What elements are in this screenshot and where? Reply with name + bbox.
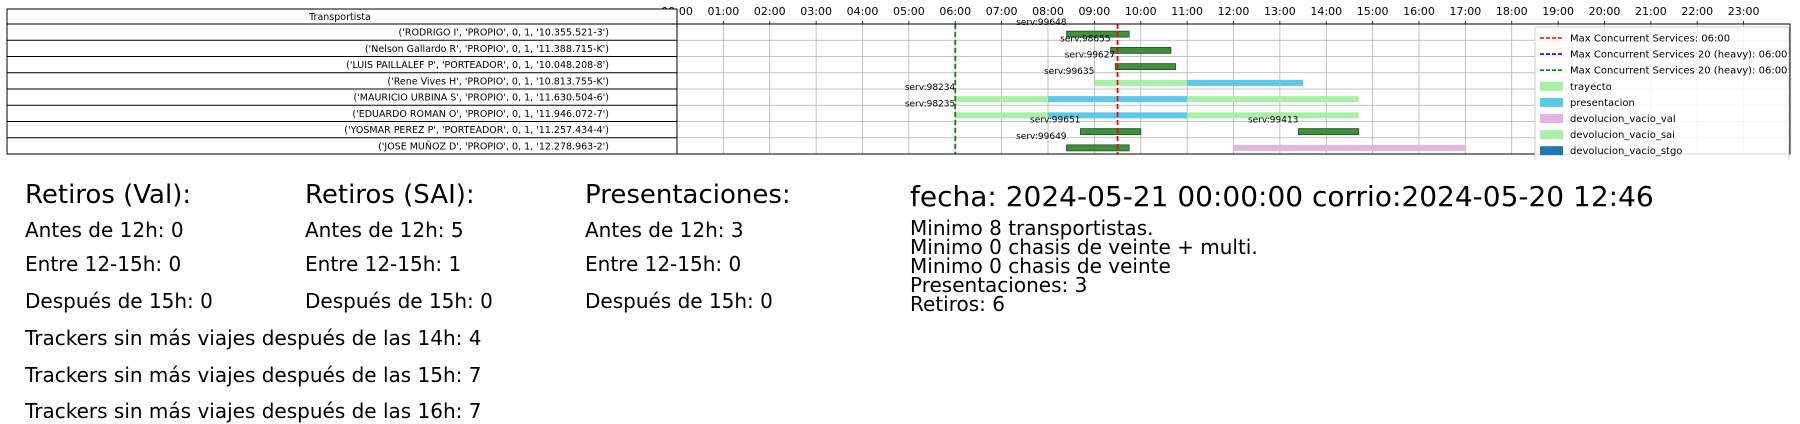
presentaciones-despues: Después de 15h: 0 bbox=[585, 289, 773, 313]
x-tick-label: 11:00 bbox=[1171, 5, 1203, 18]
retiros-sai-antes: Antes de 12h: 5 bbox=[305, 218, 464, 242]
x-tick-label: 18:00 bbox=[1496, 5, 1528, 18]
gantt-bar-retiro_full_sai bbox=[1114, 63, 1176, 71]
legend-label: devolucion_vacio_stgo bbox=[1570, 146, 1682, 157]
table-row-label: ('YOSMAR PEREZ P', 'PORTEADOR', 0, 1, '1… bbox=[344, 125, 609, 136]
table-row-label: ('JOSE MUÑOZ D', 'PROPIO', 0, 1, '12.278… bbox=[378, 141, 609, 152]
table-row-label: ('LUIS PAILLALEF P', 'PORTEADOR', 0, 1, … bbox=[346, 60, 609, 71]
gantt-bar-trayecto bbox=[1187, 96, 1359, 103]
gantt-bar-retiro_full_sai bbox=[1110, 46, 1172, 54]
x-tick-label: 17:00 bbox=[1450, 5, 1482, 18]
legend-patch-swatch bbox=[1540, 130, 1563, 140]
bar-label: serv:99648 bbox=[1016, 18, 1067, 28]
retiros-val-antes: Antes de 12h: 0 bbox=[25, 218, 184, 242]
presentaciones-entre: Entre 12-15h: 0 bbox=[585, 252, 742, 276]
legend-label: trayecto bbox=[1570, 82, 1612, 93]
x-tick-label: 07:00 bbox=[986, 5, 1018, 18]
x-tick-label: 14:00 bbox=[1310, 5, 1342, 18]
table-row-label: ('Rene Vives H', 'PROPIO', 0, 1, '10.813… bbox=[387, 76, 609, 87]
x-tick-label: 10:00 bbox=[1125, 5, 1157, 18]
table-row-label: ('MAURICIO URBINA S', 'PROPIO', 0, 1, '1… bbox=[353, 93, 609, 104]
x-tick-label: 08:00 bbox=[1032, 5, 1064, 18]
gantt-bar-presentacion bbox=[1187, 79, 1304, 86]
gantt-chart: serv:99648 serv:98655 serv:99627 serv:99635… bbox=[6, 5, 1791, 160]
retiros-val-title: Retiros (Val): bbox=[25, 180, 192, 210]
x-tick-label: 09:00 bbox=[1079, 5, 1111, 18]
run-header: fecha: 2024-05-21 00:00:00 corrio:2024-0… bbox=[910, 180, 1654, 213]
gantt-bar-retiro_full_sai bbox=[1298, 128, 1360, 136]
x-tick-label: 20:00 bbox=[1589, 5, 1621, 18]
x-tick-label: 16:00 bbox=[1403, 5, 1435, 18]
trackers-16h: Trackers sin más viajes después de las 1… bbox=[25, 399, 482, 423]
gantt-bar-devolucion_vacio_val bbox=[1233, 144, 1466, 151]
x-tick-label: 21:00 bbox=[1635, 5, 1667, 18]
gantt-bar-trayecto bbox=[955, 96, 1048, 103]
bar-label: serv:98235 bbox=[905, 99, 955, 109]
x-tick-label: 12:00 bbox=[1218, 5, 1250, 18]
x-tick-label: 02:00 bbox=[754, 5, 786, 18]
bar-label: serv:98655 bbox=[1060, 34, 1110, 44]
bar-label: serv:99627 bbox=[1065, 51, 1115, 61]
table-row-label: ('EDUARDO ROMAN O', 'PROPIO', 0, 1, '11.… bbox=[352, 109, 609, 120]
legend-patch-swatch bbox=[1540, 81, 1563, 91]
retiros-sai-title: Retiros (SAI): bbox=[305, 180, 475, 210]
x-tick-label: 23:00 bbox=[1728, 5, 1760, 18]
x-tick-label: 15:00 bbox=[1357, 5, 1389, 18]
table-row-label: ('Nelson Gallardo R', 'PROPIO', 0, 1, '1… bbox=[365, 44, 609, 55]
gantt-bar-retiro_full_sai bbox=[1080, 128, 1142, 136]
trackers-14h: Trackers sin más viajes después de las 1… bbox=[25, 326, 482, 350]
gantt-bar-retiro_full_sai bbox=[1066, 144, 1130, 152]
x-tick-label: 22:00 bbox=[1681, 5, 1713, 18]
x-tick-label: 19:00 bbox=[1542, 5, 1574, 18]
presentaciones-title: Presentaciones: bbox=[585, 180, 791, 210]
bar-label: serv:99635 bbox=[1044, 67, 1094, 77]
info-retiros: Retiros: 6 bbox=[910, 292, 1005, 316]
legend-patch-swatch bbox=[1540, 114, 1563, 123]
retiros-sai-despues: Después de 15h: 0 bbox=[305, 289, 493, 313]
legend-label: devolucion_vacio_sai bbox=[1570, 130, 1675, 141]
x-tick-label: 06:00 bbox=[939, 5, 971, 18]
legend-label: devolucion_vacio_val bbox=[1570, 114, 1676, 125]
table-header: Transportista bbox=[308, 12, 371, 23]
bar-label: serv:98234 bbox=[905, 83, 956, 93]
gantt-bar-trayecto bbox=[1094, 79, 1188, 86]
x-tick-label: 01:00 bbox=[708, 5, 740, 18]
legend-label: Max Concurrent Services 20 (heavy): 06:0… bbox=[1570, 66, 1787, 77]
retiros-sai-entre: Entre 12-15h: 1 bbox=[305, 252, 462, 276]
legend-label: Max Concurrent Services 20 (heavy): 06:0… bbox=[1570, 50, 1787, 61]
x-tick-label: 05:00 bbox=[893, 5, 925, 18]
x-tick-label: 03:00 bbox=[800, 5, 832, 18]
legend-label: presentacion bbox=[1570, 98, 1635, 109]
trackers-15h: Trackers sin más viajes después de las 1… bbox=[25, 363, 482, 387]
retiros-val-despues: Después de 15h: 0 bbox=[25, 289, 213, 313]
bar-label: serv:99651 bbox=[1030, 116, 1080, 126]
bar-label: serv:99649 bbox=[1016, 132, 1067, 142]
legend-patch-swatch bbox=[1540, 146, 1563, 156]
x-tick-label: 04:00 bbox=[847, 5, 879, 18]
bar-label: serv:99413 bbox=[1248, 116, 1298, 126]
retiros-val-entre: Entre 12-15h: 0 bbox=[25, 252, 182, 276]
presentaciones-antes: Antes de 12h: 3 bbox=[585, 218, 744, 242]
legend-patch-swatch bbox=[1540, 97, 1563, 107]
x-tick-label: 13:00 bbox=[1264, 5, 1296, 18]
table-row-label: ('RODRIGO I', 'PROPIO', 0, 1, '10.355.52… bbox=[399, 28, 609, 39]
legend-label: Max Concurrent Services: 06:00 bbox=[1570, 34, 1730, 45]
